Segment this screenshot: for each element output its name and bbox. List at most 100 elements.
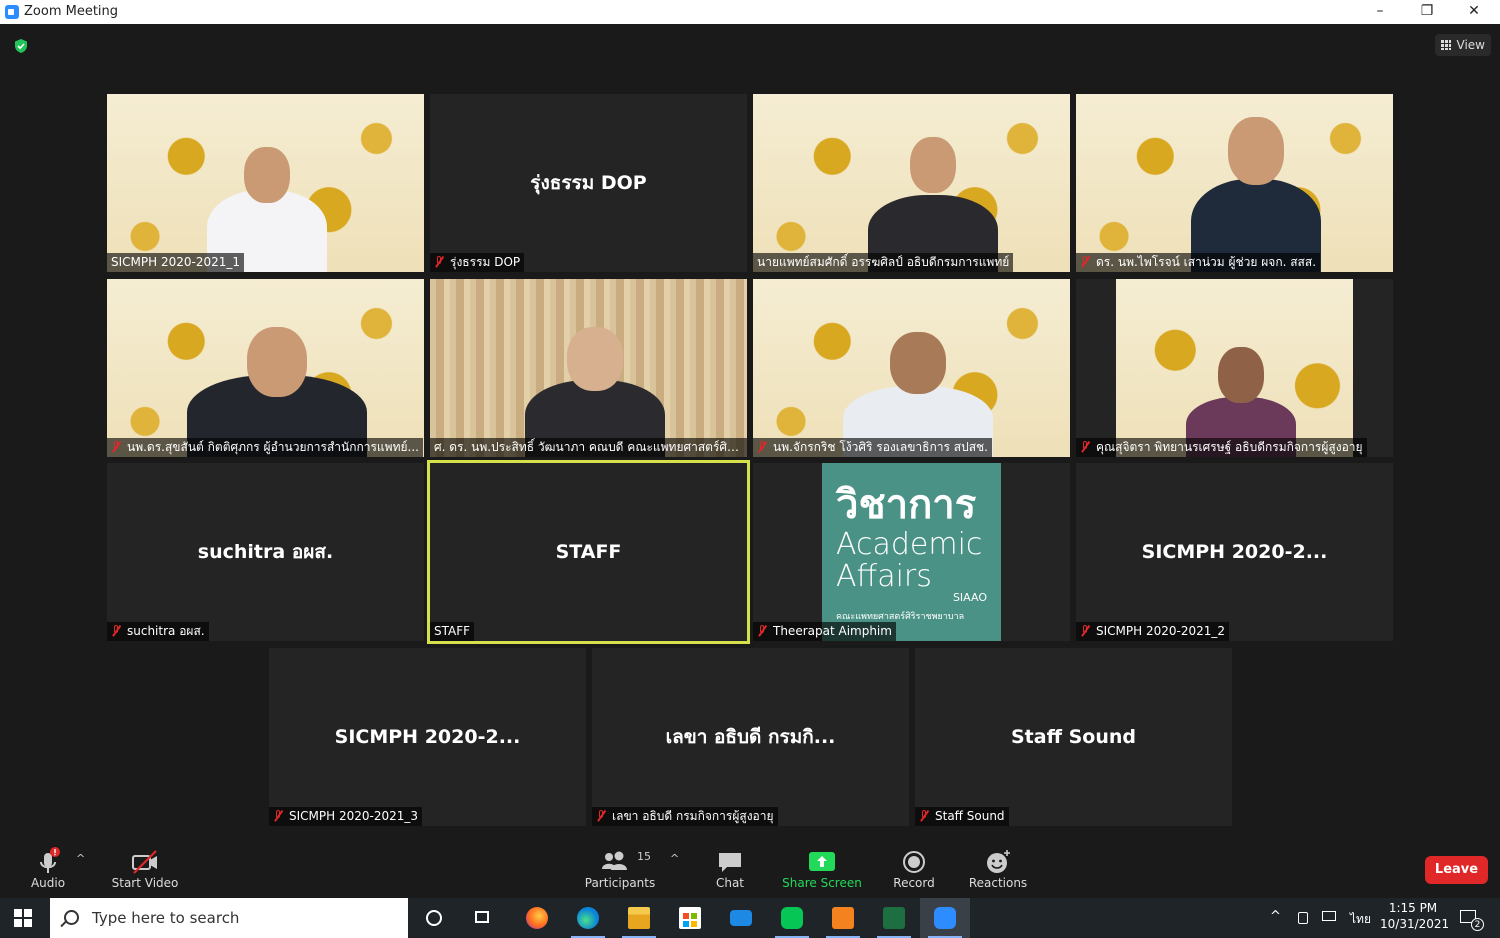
mic-muted-icon [919, 810, 929, 822]
network-icon[interactable] [1320, 898, 1340, 938]
input-language-indicator[interactable]: ไทย [1350, 898, 1374, 938]
participant-name-label: เลขา อธิบดี กรมกิจการผู้สูงอายุ [592, 807, 778, 826]
participant-tile[interactable]: suchitra อผส. suchitra อผส. [107, 463, 424, 641]
reactions-button[interactable]: Reactions [968, 842, 1028, 898]
participant-tile[interactable]: ดร. นพ.ไพโรจน์ เสาน่วม ผู้ช่วย ผจก. สสส. [1076, 94, 1393, 272]
view-button[interactable]: View [1435, 34, 1491, 56]
participant-video [1116, 279, 1353, 457]
maximize-button[interactable]: ❐ [1404, 0, 1450, 24]
grid-view-icon [1441, 40, 1451, 50]
share-screen-icon [809, 852, 835, 871]
academic-affairs-video: วิชาการ Academic Affairs SIAAO คณะแพทยศาส… [822, 463, 1001, 641]
academic-faculty: คณะแพทยศาสตร์ศิริราชพยาบาล [836, 612, 965, 622]
share-screen-label: Share Screen [782, 876, 862, 890]
chat-button[interactable]: Chat [708, 842, 752, 898]
clock[interactable]: 1:15 PM 10/31/2021 [1380, 898, 1450, 938]
start-video-label: Start Video [111, 876, 179, 890]
leave-meeting-button[interactable]: Leave [1425, 856, 1488, 884]
task-view-icon[interactable] [458, 898, 508, 938]
participant-video [868, 132, 998, 272]
start-video-button[interactable]: Start Video [108, 842, 182, 898]
participant-tile[interactable]: คุณสุจิตรา พิทยานรเศรษฐ์ อธิบดีกรมกิจการ… [1076, 279, 1393, 457]
reactions-label: Reactions [968, 876, 1028, 890]
taskbar-search-box[interactable]: Type here to search [50, 898, 408, 938]
mic-muted-icon [111, 441, 121, 453]
participant-tile[interactable]: รุ่งธรรม DOP รุ่งธรรม DOP [430, 94, 747, 272]
search-placeholder: Type here to search [92, 909, 240, 927]
participant-display-name: รุ่งธรรม DOP [530, 172, 647, 194]
participant-display-name: STAFF [555, 541, 622, 563]
microphone-icon [40, 847, 60, 873]
participant-name-label: รุ่งธรรม DOP [430, 253, 525, 272]
security-shield-icon[interactable] [13, 38, 29, 54]
cortana-icon[interactable] [408, 898, 458, 938]
audio-options-chevron-icon[interactable]: ^ [76, 852, 85, 865]
tray-device-icon[interactable] [1296, 898, 1312, 938]
participants-options-chevron-icon[interactable]: ^ [670, 852, 679, 865]
tray-expand-chevron-icon[interactable]: ^ [1270, 898, 1290, 938]
mic-muted-icon [1080, 441, 1090, 453]
window-titlebar: Zoom Meeting – ❐ ✕ [0, 0, 1500, 24]
record-icon [903, 851, 925, 873]
search-icon [64, 910, 79, 925]
mic-muted-icon [757, 441, 767, 453]
participant-tile[interactable]: SICMPH 2020-2... SICMPH 2020-2021_3 [269, 648, 586, 826]
participants-icon [602, 851, 627, 870]
participant-tile[interactable]: SICMPH 2020-2... SICMPH 2020-2021_2 [1076, 463, 1393, 641]
mic-muted-icon [596, 810, 606, 822]
edge-icon[interactable] [563, 898, 613, 938]
participant-tile[interactable]: Staff Sound Staff Sound [915, 648, 1232, 826]
clock-time: 1:15 PM [1388, 901, 1438, 915]
windows-taskbar: Type here to search ^ ไทย 1:15 PM 10/31/… [0, 898, 1500, 938]
participant-video [207, 122, 327, 272]
video-off-icon [132, 850, 157, 874]
participant-name-label: SICMPH 2020-2021_3 [269, 807, 423, 826]
record-button[interactable]: Record [890, 842, 938, 898]
participant-name-label: นายแพทย์สมศักดิ์ อรรฆศิลป์ อธิบดีกรมการแ… [753, 253, 1014, 272]
mic-muted-icon [273, 810, 283, 822]
participant-tile[interactable]: SICMPH 2020-2021_1 [107, 94, 424, 272]
participant-video [525, 317, 665, 457]
participant-tile[interactable]: นพ.ดร.สุขสันต์ กิตติศุภกร ผู้อำนวยการสำน… [107, 279, 424, 457]
clock-date: 10/31/2021 [1380, 917, 1450, 931]
mic-muted-icon [111, 625, 121, 637]
participant-name-label: Staff Sound [915, 807, 1009, 826]
participants-label: Participants [584, 876, 656, 890]
zoom-app-icon [5, 5, 19, 19]
zoom-icon[interactable] [920, 898, 970, 938]
close-button[interactable]: ✕ [1451, 0, 1497, 24]
participant-tile[interactable]: นายแพทย์สมศักดิ์ อรรฆศิลป์ อธิบดีกรมการแ… [753, 94, 1070, 272]
meeting-controls-bar: Audio ^ Start Video 15 Participants ^ Ch… [0, 842, 1500, 898]
chat-label: Chat [715, 876, 745, 890]
participant-name-label: STAFF [430, 622, 475, 641]
participants-button[interactable]: 15 Participants [582, 842, 658, 898]
participant-tile[interactable]: นพ.จักรกริช โง้วศิริ รองเลขาธิการ สปสช. [753, 279, 1070, 457]
mic-muted-icon [757, 625, 767, 637]
windows-start-icon[interactable] [14, 909, 32, 927]
academic-en-title: Academic Affairs [836, 527, 983, 594]
notifications-button[interactable]: 2 [1458, 898, 1484, 938]
minimize-button[interactable]: – [1357, 0, 1403, 24]
participants-count: 15 [637, 850, 651, 863]
participant-name-label: suchitra อผส. [107, 622, 209, 641]
participant-tile-active-speaker[interactable]: STAFF STAFF [427, 460, 750, 644]
audio-button[interactable]: Audio [22, 842, 74, 898]
excel-icon[interactable] [869, 898, 919, 938]
participant-display-name: SICMPH 2020-2... [1141, 541, 1328, 563]
participant-name-label: ดร. นพ.ไพโรจน์ เสาน่วม ผู้ช่วย ผจก. สสส. [1076, 253, 1321, 272]
participant-video [1191, 102, 1321, 272]
audio-label: Audio [30, 876, 66, 890]
line-icon[interactable] [767, 898, 817, 938]
participant-name-label: SICMPH 2020-2021_1 [107, 253, 245, 272]
file-explorer-icon[interactable] [614, 898, 664, 938]
slides-icon[interactable] [818, 898, 868, 938]
participant-tile[interactable]: เลขา อธิบดี กรมกิ... เลขา อธิบดี กรมกิจก… [592, 648, 909, 826]
share-screen-button[interactable]: Share Screen [782, 842, 862, 898]
mic-muted-icon [1080, 256, 1090, 268]
firefox-icon[interactable] [512, 898, 562, 938]
store-icon[interactable] [665, 898, 715, 938]
participant-tile[interactable]: ศ. ดร. นพ.ประสิทธิ์ วัฒนาภา คณบดี คณะแพท… [430, 279, 747, 457]
view-label: View [1456, 38, 1485, 52]
mail-icon[interactable] [716, 898, 766, 938]
participant-name-label: SICMPH 2020-2021_2 [1076, 622, 1230, 641]
